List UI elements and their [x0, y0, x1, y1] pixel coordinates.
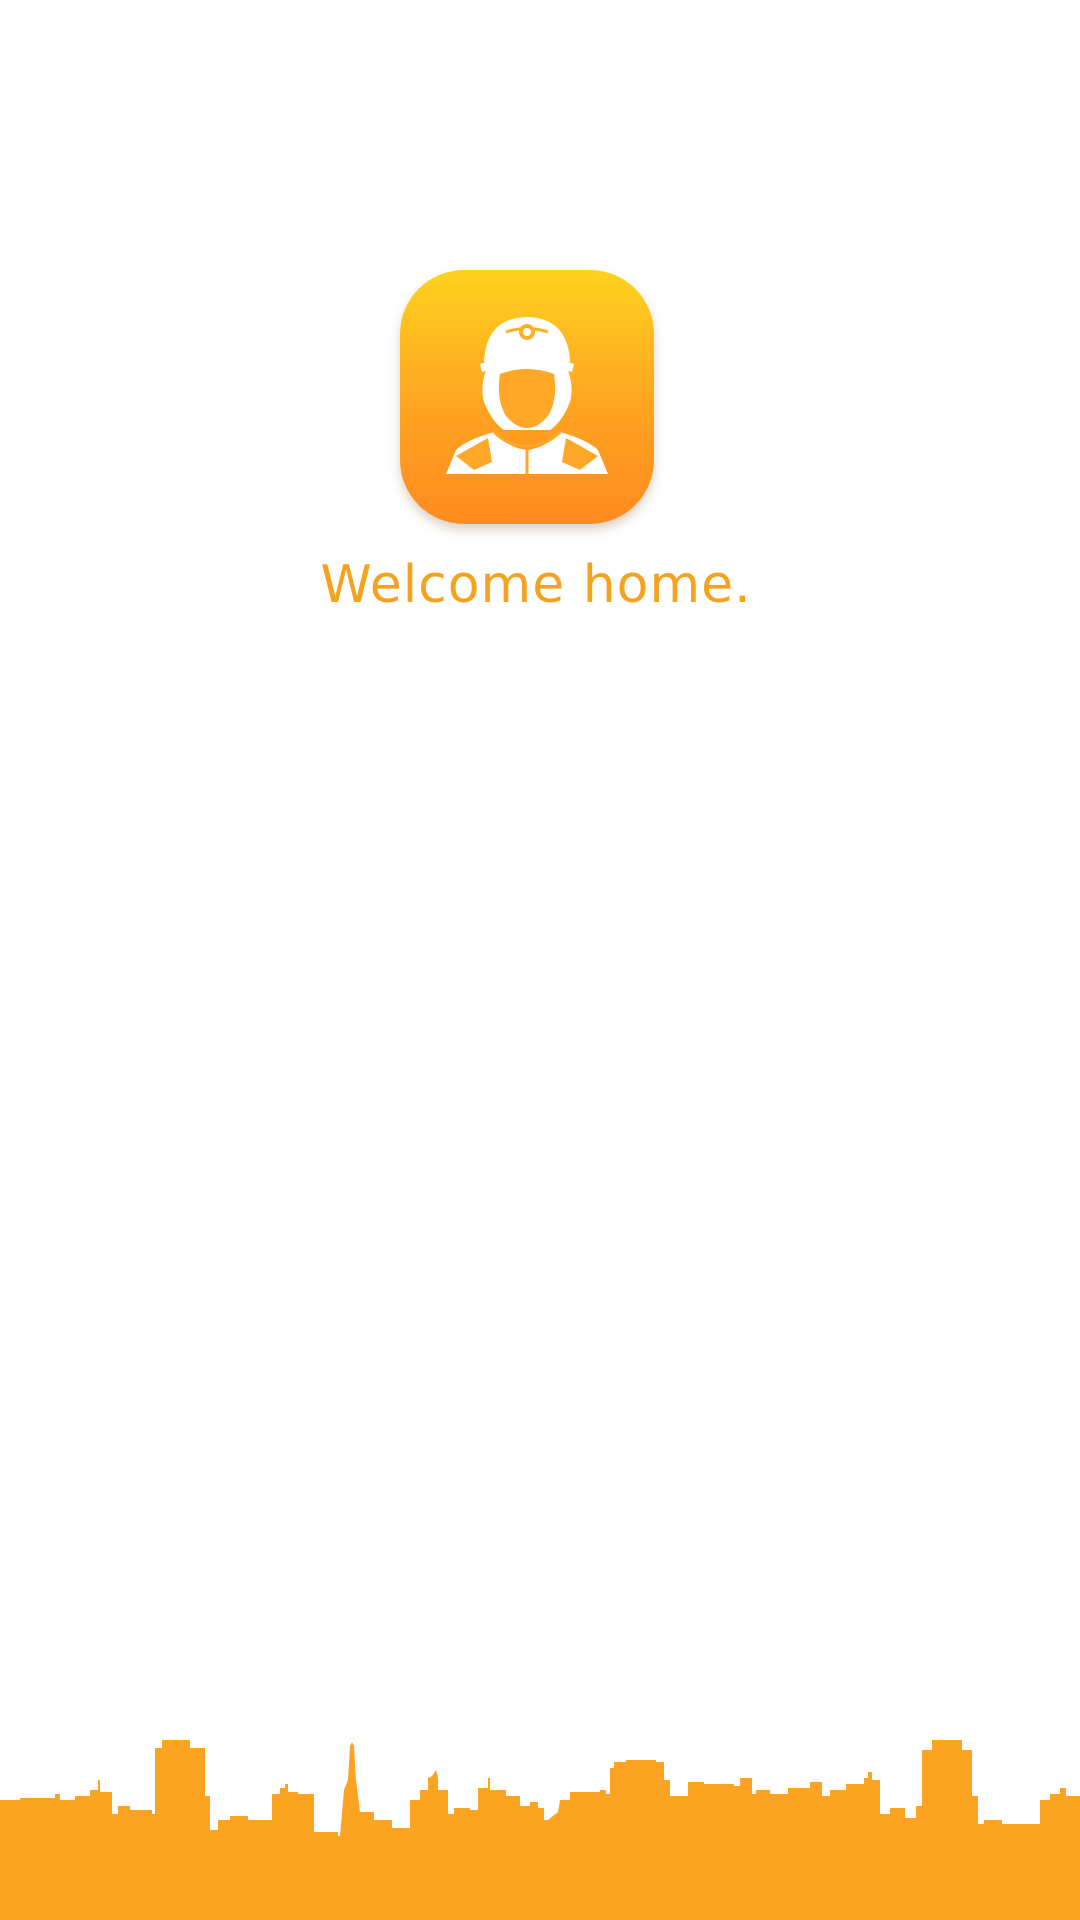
splash-screen: Welcome home. — [0, 0, 1080, 1920]
app-logo — [400, 270, 654, 524]
city-skyline — [0, 1740, 1080, 1920]
welcome-message: Welcome home. — [320, 555, 752, 615]
firefighter-icon — [446, 317, 608, 474]
